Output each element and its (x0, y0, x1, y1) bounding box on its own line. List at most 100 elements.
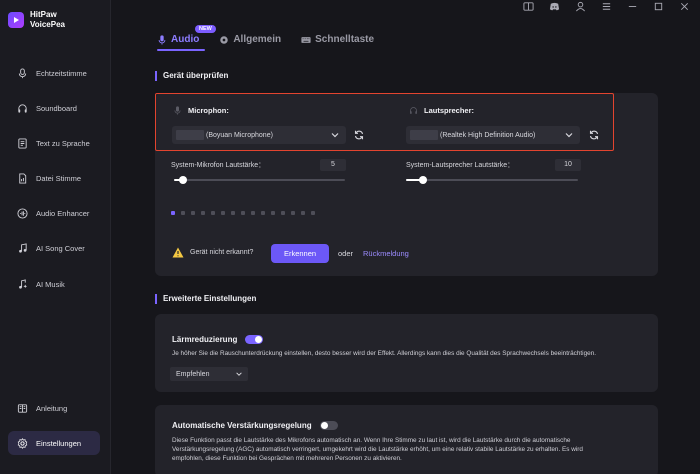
noise-reduction-toggle[interactable] (245, 335, 263, 344)
document-text-icon (18, 137, 27, 149)
brand: HitPaw VoicePea (8, 10, 65, 30)
agc-description-line: empfohlen, diese Funktion bei Gesprächen… (172, 455, 402, 462)
speaker-volume-label: System-Lautsprecher Lautstärke： (406, 162, 515, 169)
noise-level-dropdown[interactable]: Empfehlen (170, 367, 248, 381)
sidebar-item-einstellungen[interactable]: Einstellungen (8, 431, 100, 455)
level-meter-dot (261, 211, 265, 215)
sidebar-item-echtzeitstimme[interactable]: Echtzeitstimme (8, 61, 100, 85)
tab-label: Audio (171, 34, 200, 45)
agc-description-line: Verstärkungsregelung (AGC) automatisch v… (172, 446, 583, 453)
sidebar-item-label: Einstellungen (36, 438, 82, 448)
microphone-label: Microphon: (173, 106, 229, 115)
sidebar-item-label: AI Musik (36, 279, 65, 289)
tab-allgemein[interactable]: Allgemein (219, 34, 281, 49)
waveform-icon (17, 207, 28, 219)
chevron-down-icon (236, 372, 242, 376)
level-meter-dot (231, 211, 235, 215)
book-icon[interactable] (522, 0, 534, 12)
device-name-redacted (176, 130, 204, 140)
mic-volume-value[interactable]: 5 (320, 159, 346, 171)
noise-reduction-title: Lärmreduzierung (172, 335, 238, 344)
speaker-volume-value[interactable]: 10 (555, 159, 581, 171)
mic-volume-label: System-Mikrofon Lautstärke： (171, 162, 266, 169)
menu-icon[interactable] (600, 0, 612, 12)
level-meter-dot (211, 211, 215, 215)
app-name: HitPaw VoicePea (30, 10, 65, 30)
settings-tabs: Audio Allgemein Schnelltaste (157, 34, 374, 51)
microphone-icon (158, 34, 166, 45)
chevron-down-icon (565, 133, 573, 138)
chevron-down-icon (331, 133, 339, 138)
keyboard-icon (301, 36, 311, 43)
file-icon (19, 172, 27, 184)
agc-title: Automatische Verstärkungsregelung (172, 421, 312, 430)
tab-schnelltaste[interactable]: Schnelltaste (301, 34, 374, 49)
mic-volume-slider[interactable] (174, 176, 345, 184)
tab-audio[interactable]: Audio (157, 34, 206, 51)
sidebar-item-label: Audio Enhancer (36, 208, 90, 218)
noise-reduction-description: Je höher Sie die Rauschunterdrückung ein… (172, 350, 597, 357)
speaker-volume-slider[interactable] (406, 176, 578, 184)
sidebar-item-label: Soundboard (36, 103, 77, 113)
device-name-redacted (410, 130, 438, 140)
mic-level-meter (171, 211, 315, 215)
agc-description: Diese Funktion passt die Lautstärke des … (172, 436, 652, 463)
app-name-line2: VoicePea (30, 20, 65, 29)
user-icon[interactable] (574, 0, 586, 12)
book-icon (17, 403, 28, 413)
warning-icon (172, 247, 184, 258)
headphones-icon (18, 103, 27, 113)
sidebar-item-soundboard[interactable]: Soundboard (8, 96, 100, 120)
app-name-line1: HitPaw (30, 10, 57, 19)
microphone-select-value: (Boyuan Microphone) (206, 131, 273, 139)
speaker-select[interactable]: (Realtek High Definition Audio) (406, 126, 580, 144)
level-meter-dot (291, 211, 295, 215)
device-check-title: Gerät überprüfen (155, 71, 228, 81)
mic-volume-thumb[interactable] (178, 176, 187, 184)
refresh-microphone-icon[interactable] (354, 130, 364, 140)
music-ai-icon (19, 278, 28, 289)
gear-icon (17, 437, 28, 449)
level-meter-dot (281, 211, 285, 215)
level-meter-dot (191, 211, 195, 215)
level-meter-dot (301, 211, 305, 215)
microphone-icon (18, 67, 27, 78)
level-meter-dot (201, 211, 205, 215)
level-meter-dot (251, 211, 255, 215)
music-note-icon (19, 242, 27, 253)
level-meter-dot (181, 211, 185, 215)
feedback-link[interactable]: Rückmeldung (363, 249, 409, 258)
sidebar-item-anleitung[interactable]: Anleitung (8, 396, 100, 420)
sidebar-item-datei-stimme[interactable]: Datei Stimme (8, 166, 100, 190)
toggle-knob (255, 336, 262, 343)
sidebar-item-text-zu-sprache[interactable]: Text zu Sprache (8, 131, 100, 155)
speaker-label: Lautsprecher: (409, 106, 474, 115)
sidebar-item-audio-enhancer[interactable]: Audio Enhancer (8, 201, 100, 225)
window-controls (522, 0, 690, 12)
new-badge: NEW (195, 25, 216, 33)
level-meter-dot (171, 211, 175, 215)
microphone-select[interactable]: (Boyuan Microphone) (172, 126, 346, 144)
sidebar: HitPaw VoicePea Echtzeitstimme Soundboar… (0, 0, 111, 474)
refresh-speaker-icon[interactable] (589, 130, 599, 140)
sidebar-item-label: AI Song Cover (36, 243, 85, 253)
or-text: oder (338, 249, 354, 258)
level-meter-dot (221, 211, 225, 215)
agc-description-line: Diese Funktion passt die Lautstärke des … (172, 437, 571, 444)
detect-button[interactable]: Erkennen (271, 244, 329, 263)
discord-icon[interactable] (548, 0, 560, 12)
maximize-icon[interactable] (652, 0, 664, 12)
close-icon[interactable] (678, 0, 690, 12)
agc-toggle[interactable] (320, 421, 338, 430)
app-logo-icon (8, 12, 24, 28)
minimize-icon[interactable] (626, 0, 638, 12)
noise-level-value: Empfehlen (176, 370, 210, 378)
sidebar-item-ai-musik[interactable]: AI Musik (8, 272, 100, 296)
toggle-knob (321, 422, 328, 429)
speaker-select-value: (Realtek High Definition Audio) (440, 131, 536, 139)
gear-icon (220, 35, 229, 44)
level-meter-dot (311, 211, 315, 215)
sidebar-item-label: Anleitung (36, 403, 68, 413)
sidebar-item-label: Text zu Sprache (36, 138, 90, 148)
sidebar-item-ai-song-cover[interactable]: AI Song Cover (8, 236, 100, 260)
